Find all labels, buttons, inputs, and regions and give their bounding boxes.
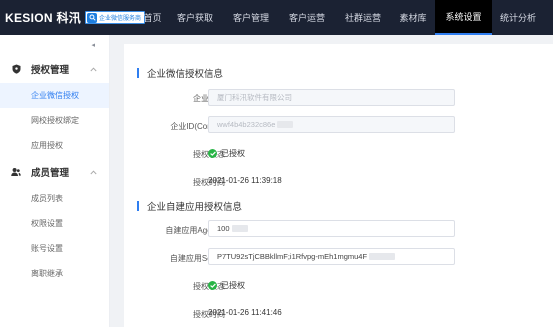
nav-customer-acquisition[interactable]: 客户获取 bbox=[167, 0, 223, 35]
section-title-text: 企业微信授权信息 bbox=[147, 69, 224, 80]
sidebar-item-resignation-inherit[interactable]: 离职继承 bbox=[0, 261, 109, 286]
users-icon bbox=[11, 167, 21, 177]
corp-id-field[interactable]: wwf4b4b232c86e bbox=[208, 116, 455, 133]
main-nav: 首页 客户获取 客户管理 客户运营 社群运营 素材库 系统设置 统计分析 bbox=[138, 0, 544, 35]
search-icon bbox=[87, 12, 98, 23]
shield-icon bbox=[11, 64, 21, 74]
redacted-mask bbox=[369, 253, 396, 260]
sidebar-item-school-binding[interactable]: 网校授权绑定 bbox=[0, 108, 109, 133]
redacted-mask bbox=[231, 225, 248, 232]
check-circle-icon bbox=[208, 149, 217, 158]
nav-community-operation[interactable]: 社群运营 bbox=[335, 0, 391, 35]
corp-id-value: wwf4b4b232c86e bbox=[217, 120, 276, 129]
corp-name-field[interactable]: 厦门科汛软件有限公司 bbox=[208, 89, 455, 106]
corp-name-value: 厦门科汛软件有限公司 bbox=[217, 93, 292, 102]
check-circle-icon bbox=[208, 281, 217, 290]
sidebar-group-label: 成员管理 bbox=[31, 168, 70, 179]
sidebar-collapse-icon[interactable]: ◂ bbox=[0, 35, 109, 55]
nav-home[interactable]: 首页 bbox=[138, 0, 167, 35]
chevron-up-icon bbox=[89, 168, 97, 176]
section-title-app-auth: 企业自建应用授权信息 bbox=[137, 200, 243, 213]
sidebar-group-members[interactable]: 成员管理 bbox=[0, 158, 109, 186]
sidebar: ◂ 授权管理 企业微信授权 网校授权绑定 应用授权 成员管理 成员列表 权限设置… bbox=[0, 35, 110, 327]
main-content: 企业微信授权信息 企业全称 厦门科汛软件有限公司 企业ID(CorpID) ww… bbox=[124, 44, 553, 327]
section-accent-bar bbox=[137, 201, 139, 211]
nav-statistics[interactable]: 统计分析 bbox=[492, 0, 544, 35]
section-title-wecom-auth: 企业微信授权信息 bbox=[137, 67, 224, 80]
nav-system-settings[interactable]: 系统设置 bbox=[435, 0, 492, 35]
secret-field[interactable]: P7TU92sTjCBBkllmF;i1Rfvpg-mEh1mgmu4F bbox=[208, 248, 455, 265]
sidebar-item-app-auth[interactable]: 应用授权 bbox=[0, 133, 109, 158]
app-auth-status: 已授权 bbox=[208, 280, 245, 291]
auth-time: 2021-01-26 11:39:18 bbox=[208, 176, 282, 185]
section-title-text: 企业自建应用授权信息 bbox=[147, 202, 243, 213]
agent-id-field[interactable]: 100 bbox=[208, 220, 455, 237]
sidebar-item-account-settings[interactable]: 账号设置 bbox=[0, 236, 109, 261]
brand-logo[interactable]: KESION 科汛 企业微信服务商 bbox=[0, 0, 146, 35]
sidebar-item-member-list[interactable]: 成员列表 bbox=[0, 186, 109, 211]
top-navbar: KESION 科汛 企业微信服务商 首页 客户获取 客户管理 客户运营 社群运营… bbox=[0, 0, 553, 35]
chevron-up-icon bbox=[89, 65, 97, 73]
app-auth-time: 2021-01-26 11:41:46 bbox=[208, 308, 282, 317]
nav-customer-management[interactable]: 客户管理 bbox=[223, 0, 279, 35]
agent-id-value: 100 bbox=[217, 224, 230, 233]
auth-status-text: 已授权 bbox=[221, 149, 245, 158]
auth-status: 已授权 bbox=[208, 148, 245, 159]
sidebar-item-permission-settings[interactable]: 权限设置 bbox=[0, 211, 109, 236]
redacted-mask bbox=[277, 121, 294, 128]
sidebar-item-wecom-auth[interactable]: 企业微信授权 bbox=[0, 83, 109, 108]
section-accent-bar bbox=[137, 68, 139, 78]
nav-customer-operation[interactable]: 客户运营 bbox=[279, 0, 335, 35]
nav-material-library[interactable]: 素材库 bbox=[391, 0, 435, 35]
brand-badge-text: 企业微信服务商 bbox=[99, 16, 142, 22]
sidebar-group-authorization[interactable]: 授权管理 bbox=[0, 55, 109, 83]
brand-name: KESION 科汛 bbox=[5, 11, 82, 25]
sidebar-group-label: 授权管理 bbox=[31, 65, 70, 76]
secret-value: P7TU92sTjCBBkllmF;i1Rfvpg-mEh1mgmu4F bbox=[217, 252, 368, 261]
app-auth-status-text: 已授权 bbox=[221, 281, 245, 290]
brand-badge: 企业微信服务商 bbox=[85, 11, 146, 24]
